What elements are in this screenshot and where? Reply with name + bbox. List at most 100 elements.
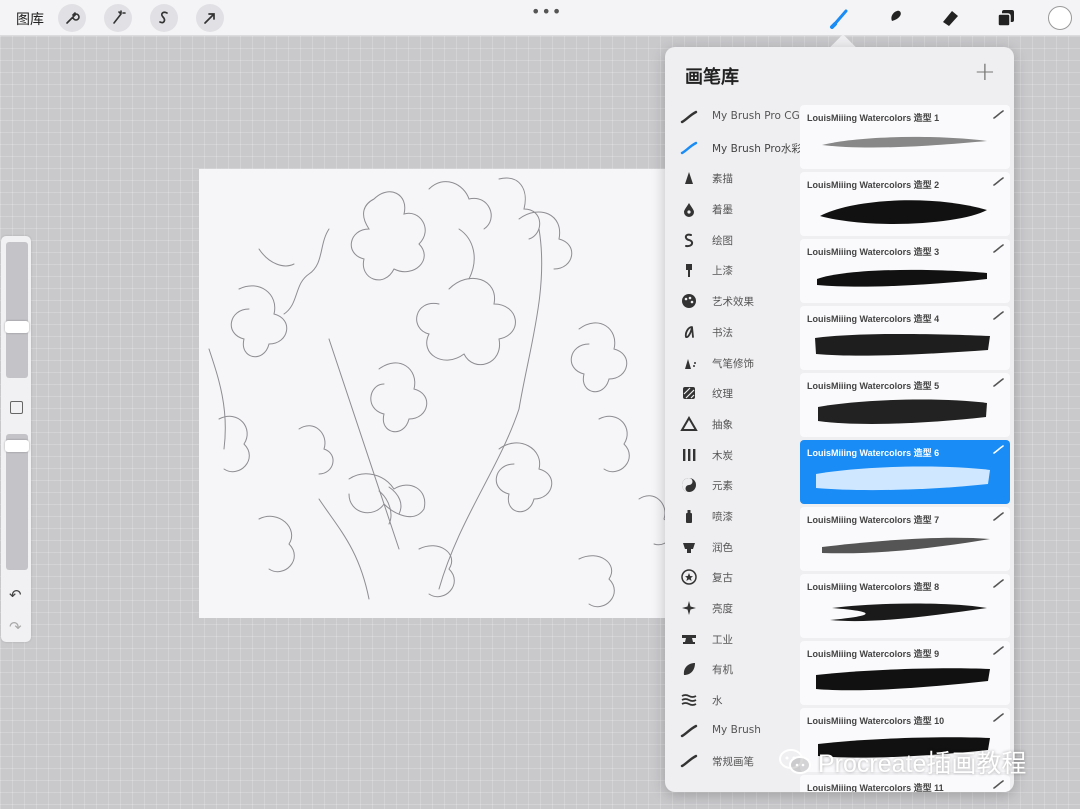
brush-set-item[interactable]: 抽象: [665, 409, 801, 440]
brush-name: LouisMiiing Watercolors 造型 3: [807, 247, 940, 257]
brush-tool-button[interactable]: [826, 4, 854, 32]
gallery-button[interactable]: 图库: [16, 9, 44, 29]
smudge-icon: [888, 10, 901, 26]
spray-can-icon: [680, 508, 698, 524]
texture-icon: [680, 385, 698, 401]
brush-set-item[interactable]: My Brush: [665, 716, 801, 747]
squiggle-icon: [680, 232, 698, 248]
undo-button[interactable]: ↶: [9, 586, 22, 604]
brush-set-item[interactable]: 上漆: [665, 255, 801, 286]
brush-set-label: 润色: [712, 541, 733, 554]
eraser-tool-button[interactable]: [936, 4, 964, 32]
add-brush-set-button[interactable]: +: [974, 57, 996, 87]
brush-set-item[interactable]: 素描: [665, 163, 801, 194]
brush-set-item[interactable]: 工业: [665, 624, 801, 655]
brush-set-item[interactable]: 复古: [665, 562, 801, 593]
brush-type-icon: [993, 579, 1004, 588]
calligraphy-icon: [680, 324, 698, 340]
more-menu-dots[interactable]: •••: [531, 2, 562, 21]
brush-name: LouisMiiing Watercolors 造型 10: [807, 716, 945, 726]
drawing-canvas[interactable]: [199, 169, 739, 618]
stroke-icon: [680, 140, 698, 156]
brush-set-label: 亮度: [712, 603, 733, 615]
brush-set-label: 木炭: [712, 449, 733, 462]
brush-type-icon: [993, 780, 1004, 789]
brush-set-label: 元素: [712, 480, 733, 493]
charcoal-icon: [680, 447, 698, 463]
brush-type-icon: [993, 378, 1004, 387]
brush-size-slider[interactable]: [5, 242, 29, 378]
brush-set-item[interactable]: 水: [665, 685, 801, 716]
brush-stroke-preview: [830, 603, 987, 622]
brush-card[interactable]: LouisMiiing Watercolors 造型 4: [800, 306, 1010, 370]
modify-button[interactable]: [10, 401, 23, 414]
brush-set-label: 绘图: [712, 234, 733, 247]
brush-library-title: 画笔库: [685, 67, 739, 88]
watermark: Procreate插画教程: [778, 744, 1026, 780]
brush-stroke-preview: [822, 136, 987, 148]
brush-set-label: 气笔修饰: [712, 357, 754, 370]
smudge-tool-button[interactable]: [880, 4, 908, 32]
brush-set-label: 着墨: [712, 204, 733, 217]
top-toolbar: 图库 •••: [0, 0, 1080, 36]
brush-set-item[interactable]: 绘图: [665, 225, 801, 256]
brush-type-icon: [993, 713, 1004, 722]
opacity-slider[interactable]: [5, 434, 29, 570]
actions-button[interactable]: [58, 4, 86, 32]
brush-name: LouisMiiing Watercolors 造型 5: [807, 381, 940, 391]
triangle-icon: [680, 415, 698, 432]
wechat-icon: [779, 749, 811, 774]
brush-set-label: My Brush Pro CG: [712, 110, 800, 122]
transform-button[interactable]: [196, 4, 224, 32]
brush-set-item[interactable]: My Brush Pro CG: [665, 102, 801, 133]
brush-set-label: My Brush Pro水彩: [712, 142, 800, 155]
brush-card[interactable]: LouisMiiing Watercolors 造型 9: [800, 641, 1010, 705]
brush-set-label: 有机: [712, 664, 733, 677]
brush-name: LouisMiiing Watercolors 造型 11: [807, 783, 944, 792]
brush-set-label: 艺术效果: [712, 296, 754, 309]
adjustments-button[interactable]: [104, 4, 132, 32]
brush-set-item[interactable]: 木炭: [665, 440, 801, 471]
selection-button[interactable]: [150, 4, 178, 32]
brush-card[interactable]: LouisMiiing Watercolors 造型 7: [800, 507, 1010, 571]
layers-button[interactable]: [992, 4, 1020, 32]
brush-set-label: 水: [712, 695, 723, 708]
brush-card[interactable]: LouisMiiing Watercolors 造型 5: [800, 373, 1010, 437]
brush-set-item[interactable]: 有机: [665, 654, 801, 685]
brush-stroke-preview: [815, 334, 990, 356]
brush-set-item[interactable]: 元素: [665, 470, 801, 501]
brush-set-label: 书法: [712, 326, 733, 339]
brush-set-item[interactable]: 气笔修饰: [665, 348, 801, 379]
brush-type-icon: [993, 244, 1004, 253]
brush-size-thumb[interactable]: [5, 321, 29, 333]
brush-set-item[interactable]: 喷漆: [665, 501, 801, 532]
color-picker-button[interactable]: [1048, 6, 1072, 30]
brush-set-item[interactable]: 书法: [665, 317, 801, 348]
palette-icon: [680, 293, 698, 309]
brush-set-item[interactable]: 着墨: [665, 194, 801, 225]
brush-card[interactable]: LouisMiiing Watercolors 造型 1: [800, 105, 1010, 169]
watermark-text: Procreate插画教程: [818, 750, 1027, 778]
brush-card[interactable]: LouisMiiing Watercolors 造型 6: [800, 440, 1010, 504]
brush-set-item[interactable]: My Brush Pro水彩: [665, 133, 801, 164]
brush-set-item[interactable]: 纹理: [665, 378, 801, 409]
brush-card[interactable]: LouisMiiing Watercolors 造型 2: [800, 172, 1010, 236]
brush-set-item[interactable]: 亮度: [665, 593, 801, 624]
opacity-thumb[interactable]: [5, 440, 29, 452]
brush-set-label: 复古: [712, 572, 733, 585]
brush-card[interactable]: LouisMiiing Watercolors 造型 8: [800, 574, 1010, 638]
brush-name: LouisMiiing Watercolors 造型 8: [807, 582, 940, 592]
brush-stroke-preview: [822, 537, 990, 554]
redo-button[interactable]: ↷: [9, 618, 22, 636]
brush-set-label: 素描: [712, 173, 733, 186]
eraser-icon: [943, 11, 958, 26]
ink-drop-icon: [680, 201, 698, 218]
stroke-icon: [680, 723, 698, 739]
brush-set-label: 喷漆: [712, 510, 733, 523]
brush-stroke-preview: [818, 399, 987, 424]
brush-type-icon: [993, 177, 1004, 186]
brush-type-icon: [993, 512, 1004, 521]
brush-set-item[interactable]: 润色: [665, 532, 801, 563]
brush-card[interactable]: LouisMiiing Watercolors 造型 3: [800, 239, 1010, 303]
brush-set-item[interactable]: 艺术效果: [665, 286, 801, 317]
